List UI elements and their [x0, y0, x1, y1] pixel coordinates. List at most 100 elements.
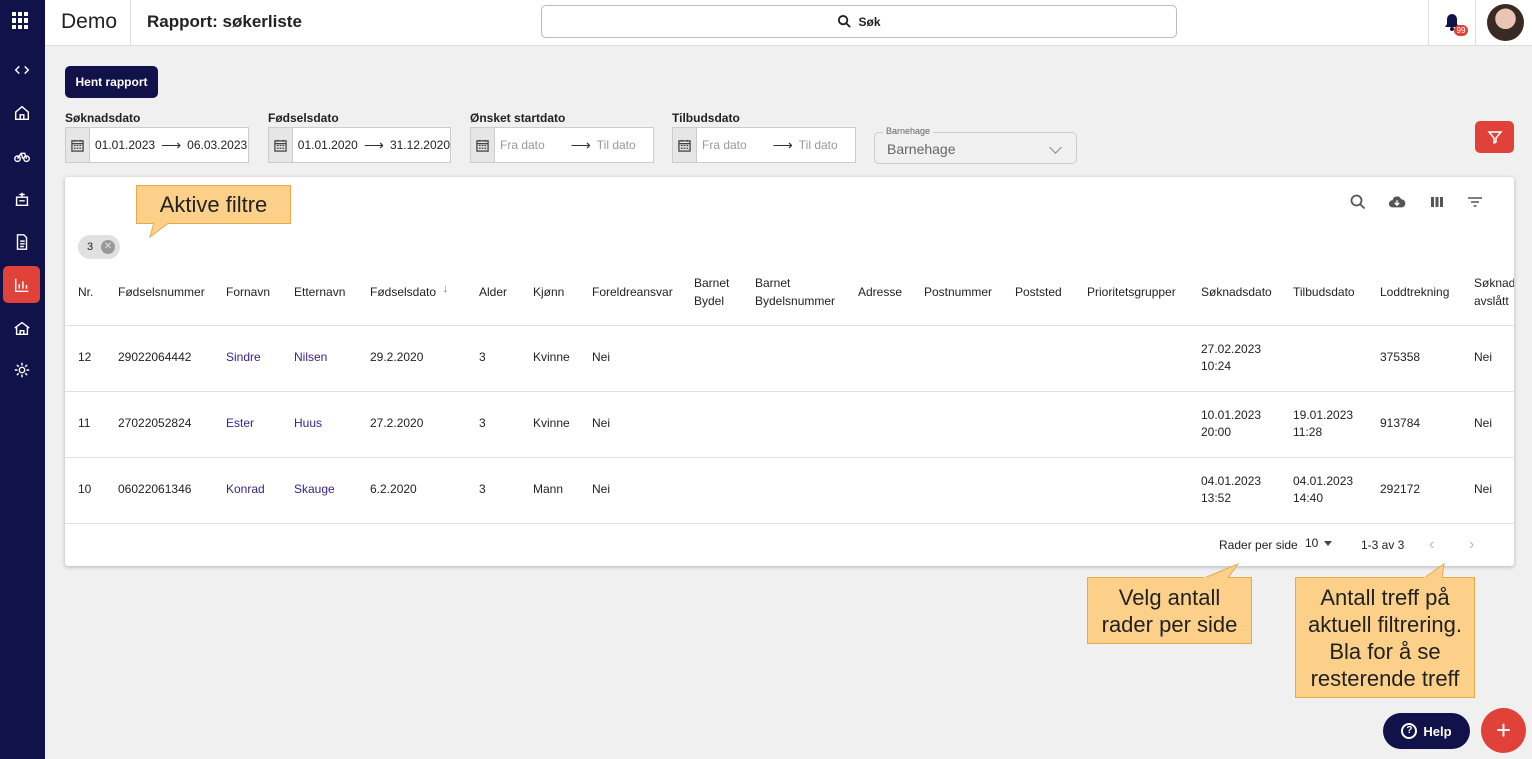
topbar: Demo Rapport: søkerliste Søk 99: [45, 0, 1532, 46]
daterange-fodselsdato[interactable]: 01.01.2020 ⟶ 31.12.2020: [268, 127, 451, 163]
cell-etternavn-link[interactable]: Nilsen: [294, 349, 327, 366]
date-from-placeholder[interactable]: Fra dato: [697, 138, 747, 152]
callout-rows-per-page: Velg antall rader per side: [1087, 577, 1252, 644]
chip-count: 3: [87, 241, 94, 253]
barnehage-select[interactable]: Barnehage Barnehage: [874, 126, 1077, 164]
search-icon: [838, 14, 852, 28]
sort-arrow-down-icon[interactable]: ↓: [442, 281, 448, 295]
date-from-placeholder[interactable]: Fra dato: [495, 138, 545, 152]
column-header-foreldreansvar[interactable]: Foreldreansvar: [592, 283, 673, 301]
column-header-kjonn[interactable]: Kjønn: [533, 283, 564, 301]
column-header-barnet-bydel[interactable]: Barnet Bydel: [694, 274, 729, 310]
cell-avslatt: Nei: [1474, 416, 1493, 430]
calendar-icon[interactable]: [471, 128, 495, 162]
calendar-icon[interactable]: [673, 128, 697, 162]
column-header-alder[interactable]: Alder: [479, 283, 507, 301]
kindergarten-icon[interactable]: [8, 314, 36, 342]
reports-icon[interactable]: [3, 266, 40, 303]
filter-button[interactable]: [1475, 121, 1514, 153]
cell-etternavn-link[interactable]: Huus: [294, 415, 322, 432]
time-part: 20:00: [1201, 425, 1232, 439]
notification-badge: 99: [1454, 25, 1468, 36]
column-header-postnummer[interactable]: Postnummer: [924, 283, 992, 301]
search-bar[interactable]: Søk: [541, 5, 1177, 38]
cell-fnr: 27022052824: [118, 416, 192, 430]
search-icon[interactable]: [1349, 193, 1367, 211]
cell-etternavn-link[interactable]: Skauge: [294, 481, 335, 498]
date-part: 27.02.2023: [1201, 342, 1262, 356]
brand-name[interactable]: Demo: [61, 10, 117, 34]
column-header-fornavn[interactable]: Fornavn: [226, 283, 270, 301]
cell-fornavn-link[interactable]: Sindre: [226, 349, 261, 366]
cell-fnr: 06022061346: [118, 482, 192, 496]
callout-tail: [1423, 562, 1445, 579]
cell-avslatt: Nei: [1474, 350, 1493, 364]
rows-per-page-value: 10: [1305, 536, 1319, 550]
calendar-icon[interactable]: [66, 128, 90, 162]
callout-result-count: Antall treff på aktuell filtrering. Bla …: [1295, 577, 1475, 698]
expand-code-icon[interactable]: [8, 56, 36, 84]
callout-line: Bla for å se: [1329, 639, 1441, 664]
header-line: avslått: [1474, 294, 1509, 308]
playground-icon[interactable]: [8, 185, 36, 213]
column-header-fodselsnummer[interactable]: Fødselsnummer: [118, 283, 205, 301]
avatar[interactable]: [1487, 4, 1524, 41]
help-button[interactable]: ? Help: [1383, 713, 1470, 749]
column-header-adresse[interactable]: Adresse: [858, 283, 902, 301]
daterange-tilbudsdato[interactable]: Fra dato ⟶ Til dato: [672, 127, 856, 163]
column-header-tilbudsdato[interactable]: Tilbudsdato: [1293, 283, 1355, 301]
question-icon: ?: [1401, 723, 1418, 739]
cell-foreldreansvar: Nei: [592, 350, 611, 364]
header-line: Barnet: [694, 276, 730, 290]
cell-alder: 3: [479, 482, 486, 496]
column-header-etternavn[interactable]: Etternavn: [294, 283, 345, 301]
date-from-value[interactable]: 01.01.2023: [90, 138, 155, 152]
bike-icon[interactable]: [8, 142, 36, 170]
column-header-soknad-avslatt[interactable]: Søknad avslått: [1474, 274, 1514, 310]
document-icon[interactable]: [8, 228, 36, 256]
chevron-down-icon: [1049, 141, 1062, 154]
calendar-icon[interactable]: [269, 128, 293, 162]
daterange-startdato[interactable]: Fra dato ⟶ Til dato: [470, 127, 654, 163]
chevron-right-icon[interactable]: ›: [1469, 536, 1474, 554]
select-value: Barnehage: [887, 141, 956, 157]
header-line: Bydelsnummer: [755, 294, 836, 308]
columns-icon[interactable]: [1428, 193, 1446, 211]
column-header-soknadsdato[interactable]: Søknadsdato: [1201, 283, 1272, 301]
cell-foreldreansvar: Nei: [592, 416, 611, 430]
date-to-placeholder[interactable]: Til dato: [799, 138, 838, 152]
cell-kjonn: Mann: [533, 482, 564, 496]
fetch-report-button[interactable]: Hent rapport: [65, 66, 158, 98]
arrow-right-icon: ⟶: [772, 136, 793, 153]
cell-soknadsdato: 04.01.2023 13:52: [1201, 473, 1261, 507]
daterange-soknadsdato[interactable]: 01.01.2023 ⟶ 06.03.2023: [65, 127, 249, 163]
filter-list-icon[interactable]: [1466, 193, 1484, 211]
cell-fornavn-link[interactable]: Konrad: [226, 481, 265, 498]
rows-per-page-select[interactable]: 10: [1305, 536, 1333, 550]
cell-fornavn-link[interactable]: Ester: [226, 415, 254, 432]
callout-line: rader per side: [1101, 612, 1238, 637]
cell-loddtrekning: 375358: [1380, 350, 1421, 364]
date-to-value[interactable]: 31.12.2020: [390, 138, 450, 152]
home-icon[interactable]: [8, 99, 36, 127]
column-header-prioritetsgrupper[interactable]: Prioritetsgrupper: [1087, 283, 1176, 301]
close-icon[interactable]: ✕: [101, 240, 115, 254]
date-from-value[interactable]: 01.01.2020: [293, 138, 358, 152]
column-header-barnet-bydelsnummer[interactable]: Barnet Bydelsnummer: [755, 274, 835, 310]
cell-alder: 3: [479, 416, 486, 430]
column-header-nr[interactable]: Nr.: [78, 283, 93, 301]
settings-gear-icon[interactable]: [8, 356, 36, 384]
column-header-fodselsdato[interactable]: Fødselsdato ↓: [370, 281, 448, 301]
filter-icon: [1486, 131, 1503, 145]
cloud-download-icon[interactable]: [1388, 193, 1406, 211]
caret-down-icon: [1324, 541, 1333, 547]
date-to-placeholder[interactable]: Til dato: [597, 138, 636, 152]
column-header-poststed[interactable]: Poststed: [1015, 283, 1062, 301]
add-button[interactable]: +: [1481, 708, 1526, 753]
app-grid-icon[interactable]: [12, 12, 29, 29]
column-header-loddtrekning[interactable]: Loddtrekning: [1380, 283, 1449, 301]
chevron-left-icon[interactable]: ‹: [1429, 536, 1434, 554]
date-to-value[interactable]: 06.03.2023: [187, 138, 247, 152]
active-filter-chip[interactable]: 3 ✕: [78, 235, 120, 259]
time-part: 10:24: [1201, 359, 1232, 373]
